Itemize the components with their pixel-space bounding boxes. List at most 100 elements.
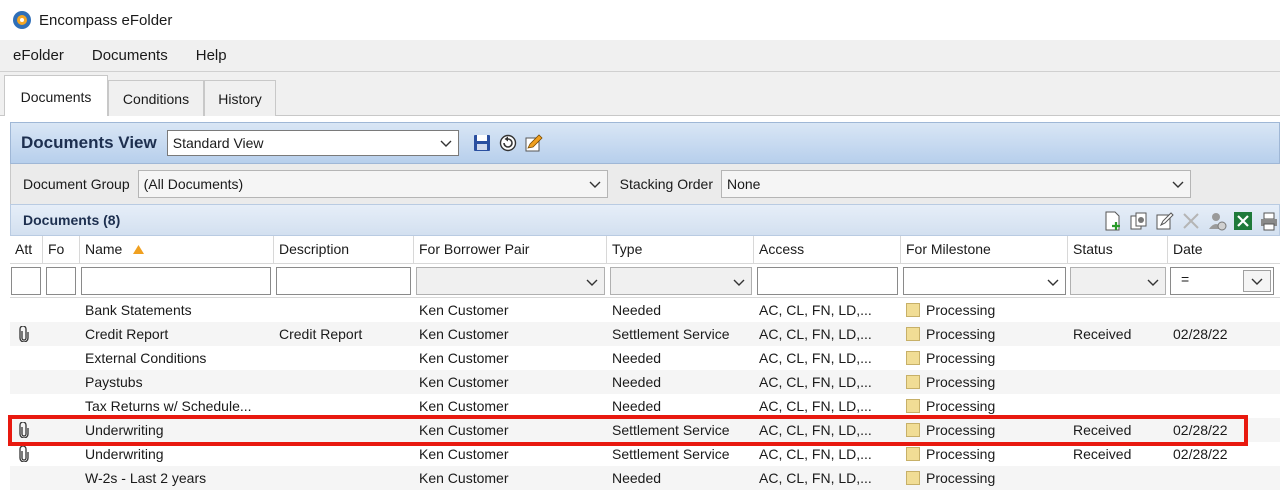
- tab-history[interactable]: History: [204, 80, 276, 116]
- save-icon[interactable]: [473, 134, 491, 152]
- cell-borrower: Ken Customer: [419, 422, 509, 438]
- cell-milestone: Processing: [901, 418, 1068, 442]
- documents-view-title: Documents View: [21, 133, 157, 152]
- paperclip-icon[interactable]: [18, 446, 30, 462]
- column-header-milestone[interactable]: For Milestone: [901, 236, 1068, 264]
- cell-name: Underwriting: [85, 422, 164, 438]
- table-row[interactable]: Paystubs Ken Customer Needed AC, CL, FN, LD…: [10, 370, 1280, 394]
- cell-access: AC, CL, FN, LD,...: [759, 422, 872, 438]
- cell-date: 02/28/22: [1173, 422, 1228, 438]
- column-header-date[interactable]: Date: [1168, 236, 1280, 264]
- view-select[interactable]: Standard View: [166, 130, 459, 156]
- table-row[interactable]: Underwriting Ken Customer Settlement Servi…: [10, 418, 1280, 442]
- paperclip-icon[interactable]: [18, 422, 30, 438]
- cell-description: [274, 346, 414, 370]
- column-header-name-label: Name: [85, 241, 123, 257]
- cell-milestone: Processing: [901, 322, 1068, 346]
- cell-milestone: Processing: [901, 442, 1068, 466]
- column-header-status[interactable]: Status: [1068, 236, 1168, 264]
- cell-status: Received: [1073, 326, 1132, 342]
- cell-status: Received: [1073, 446, 1132, 462]
- delete-icon[interactable]: [1181, 211, 1201, 231]
- cell-att: [10, 322, 43, 346]
- table-row[interactable]: Bank Statements Ken Customer Needed AC, CL,…: [10, 298, 1280, 322]
- cell-access: AC, CL, FN, LD,...: [759, 302, 872, 318]
- cell-status: [1068, 346, 1168, 370]
- table-row[interactable]: Underwriting Ken Customer Settlement Servi…: [10, 442, 1280, 466]
- cell-borrower: Ken Customer: [419, 302, 509, 318]
- grid-filter-row: =: [10, 264, 1280, 298]
- table-row[interactable]: W-2s - Last 2 years Ken Customer Needed AC,…: [10, 466, 1280, 490]
- add-document-icon[interactable]: [1103, 211, 1123, 231]
- menu-documents[interactable]: Documents: [78, 40, 182, 72]
- sort-ascending-icon: [133, 245, 145, 254]
- print-icon[interactable]: [1259, 211, 1279, 231]
- column-header-type[interactable]: Type: [607, 236, 754, 264]
- cell-fo: [43, 394, 80, 418]
- view-select-value: Standard View: [172, 135, 264, 151]
- tab-documents[interactable]: Documents: [4, 75, 108, 117]
- documents-view-bar: Documents View Standard View: [10, 122, 1280, 164]
- edit-icon[interactable]: [1155, 211, 1175, 231]
- menu-efolder[interactable]: eFolder: [0, 40, 78, 72]
- document-group-select[interactable]: (All Documents): [137, 170, 608, 198]
- milestone-label: Processing: [926, 350, 996, 366]
- column-header-fo[interactable]: Fo: [43, 236, 80, 264]
- table-row[interactable]: Tax Returns w/ Schedule... Ken Customer Ne…: [10, 394, 1280, 418]
- filter-borrower-pair-select[interactable]: [416, 267, 605, 295]
- filter-name-input[interactable]: [81, 267, 271, 295]
- paperclip-icon[interactable]: [18, 326, 30, 342]
- cell-borrower: Ken Customer: [419, 350, 509, 366]
- filter-date-dropdown-button[interactable]: [1243, 270, 1271, 292]
- filter-access-input[interactable]: [757, 267, 898, 295]
- cell-date: 02/28/22: [1173, 446, 1228, 462]
- document-group-value: (All Documents): [143, 176, 244, 192]
- filter-description-input[interactable]: [276, 267, 411, 295]
- cell-fo: [43, 418, 80, 442]
- chevron-down-icon: [1047, 279, 1059, 286]
- table-row[interactable]: External Conditions Ken Customer Needed AC,…: [10, 346, 1280, 370]
- cell-name: Bank Statements: [85, 302, 192, 318]
- cell-description: Credit Report: [279, 326, 363, 342]
- cell-date: [1168, 346, 1280, 370]
- column-header-att[interactable]: Att: [10, 236, 43, 264]
- cell-borrower: Ken Customer: [419, 326, 509, 342]
- window-title: Encompass eFolder: [39, 11, 173, 29]
- tab-conditions[interactable]: Conditions: [108, 80, 204, 116]
- milestone-swatch-icon: [906, 327, 920, 341]
- cell-name: Tax Returns w/ Schedule...: [85, 398, 252, 414]
- edit-view-icon[interactable]: [525, 134, 543, 152]
- duplicate-icon[interactable]: [1129, 211, 1149, 231]
- stacking-order-select[interactable]: None: [720, 170, 1191, 198]
- cell-status: [1068, 394, 1168, 418]
- filter-att[interactable]: [11, 267, 41, 295]
- milestone-swatch-icon: [906, 375, 920, 389]
- filter-fo[interactable]: [46, 267, 76, 295]
- chevron-down-icon: [1147, 279, 1159, 286]
- grid-header: Att Fo Name Description For Borrower Pai…: [10, 236, 1280, 264]
- milestone-swatch-icon: [906, 423, 920, 437]
- milestone-label: Processing: [926, 422, 996, 438]
- milestone-label: Processing: [926, 398, 996, 414]
- cell-access: AC, CL, FN, LD,...: [759, 350, 872, 366]
- filter-type-select[interactable]: [610, 267, 752, 295]
- column-header-access[interactable]: Access: [754, 236, 901, 264]
- documents-grid: Att Fo Name Description For Borrower Pai…: [10, 236, 1280, 490]
- cell-description: [274, 418, 414, 442]
- menu-help[interactable]: Help: [182, 40, 241, 72]
- document-group-bar: Document Group (All Documents) Stacking …: [10, 164, 1280, 204]
- column-header-name[interactable]: Name: [80, 236, 274, 264]
- filter-status-select[interactable]: [1070, 267, 1166, 295]
- cell-att: [10, 418, 43, 442]
- request-icon[interactable]: [1207, 211, 1227, 231]
- excel-export-icon[interactable]: [1233, 211, 1253, 231]
- milestone-swatch-icon: [906, 303, 920, 317]
- filter-milestone-select[interactable]: [903, 267, 1066, 295]
- tab-strip: Documents Conditions History: [0, 72, 1280, 117]
- column-header-description[interactable]: Description: [274, 236, 414, 264]
- reset-icon[interactable]: [499, 134, 517, 152]
- chevron-down-icon: [1172, 181, 1184, 188]
- filter-date-operator[interactable]: =: [1170, 267, 1274, 295]
- column-header-borrower-pair[interactable]: For Borrower Pair: [414, 236, 607, 264]
- table-row[interactable]: Credit Report Credit Report Ken Customer Se…: [10, 322, 1280, 346]
